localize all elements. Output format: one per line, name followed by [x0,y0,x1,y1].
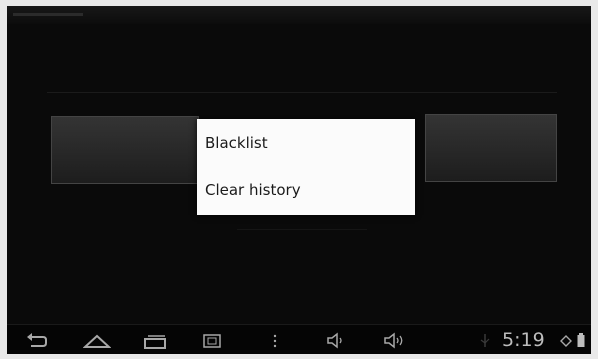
navigation-bar: 5:19 [7,324,591,354]
wifi-icon [559,330,573,350]
home-icon[interactable] [83,330,111,350]
usb-icon [478,330,492,350]
battery-icon [576,330,586,350]
background-panel-left [51,116,199,184]
background-panel-right [425,114,557,182]
menu-item-clear-history[interactable]: Clear history [205,175,405,205]
screenshot-icon[interactable] [202,330,222,350]
volume-down-icon[interactable] [325,330,345,350]
menu-icon[interactable] [271,330,279,350]
background-divider [237,229,367,230]
status-bar-title-mark [13,13,83,16]
menu-item-blacklist[interactable]: Blacklist [205,128,405,158]
recent-apps-icon[interactable] [142,330,168,350]
tablet-screen: Blacklist Clear history 5:19 [7,6,591,354]
clock: 5:19 [502,329,545,351]
status-bar [7,6,591,24]
context-menu-dialog: Blacklist Clear history [197,119,415,215]
volume-up-icon[interactable] [382,330,408,350]
background-divider [47,92,557,93]
back-icon[interactable] [25,330,49,350]
